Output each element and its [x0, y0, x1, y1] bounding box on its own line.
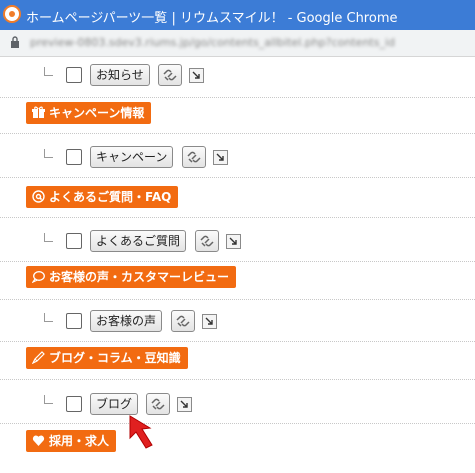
- category-label: ブログ・コラム・豆知識: [49, 351, 181, 365]
- expand-button[interactable]: [177, 397, 192, 412]
- pen-icon: [32, 351, 45, 364]
- category-row: ブログ・コラム・豆知識: [0, 343, 475, 380]
- link-button[interactable]: [171, 310, 195, 332]
- app-icon: [3, 5, 21, 23]
- link-button[interactable]: [146, 393, 170, 415]
- list-item: ブログ: [0, 383, 475, 424]
- parts-list: お知らせ キャンペーン情報 キャンペーン よくあるご質問・FAQ よくあるご質問…: [0, 57, 475, 473]
- lock-icon: [11, 36, 19, 48]
- url-text[interactable]: preview-0803.sdev3.riums.jp/go/contents_…: [30, 36, 395, 49]
- list-item: よくあるご質問: [0, 221, 475, 262]
- category-row: よくあるご質問・FAQ: [0, 181, 475, 218]
- category-row: お客様の声・カスタマーレビュー: [0, 263, 475, 300]
- question-icon: [32, 190, 45, 203]
- category-label: お客様の声・カスタマーレビュー: [49, 270, 230, 284]
- item-checkbox[interactable]: [66, 149, 82, 165]
- category-header[interactable]: 採用・求人: [26, 430, 117, 452]
- category-label: キャンペーン情報: [49, 106, 145, 120]
- arrow-down-right-icon: [192, 71, 200, 79]
- category-header[interactable]: キャンペーン情報: [26, 102, 152, 124]
- arrow-down-right-icon: [180, 400, 188, 408]
- link-icon: [163, 69, 177, 81]
- tree-branch-icon: [44, 149, 53, 158]
- item-checkbox[interactable]: [66, 67, 82, 83]
- list-item: キャンペーン: [0, 137, 475, 178]
- link-icon: [187, 151, 201, 163]
- link-icon: [200, 235, 214, 247]
- link-button[interactable]: [195, 230, 219, 252]
- heart-icon: [32, 435, 45, 446]
- arrow-down-right-icon: [216, 153, 224, 161]
- link-icon: [176, 315, 190, 327]
- item-checkbox[interactable]: [66, 396, 82, 412]
- gift-icon: [32, 106, 45, 118]
- item-button[interactable]: よくあるご質問: [90, 230, 187, 252]
- speech-bubble-icon: [32, 271, 45, 283]
- arrow-down-right-icon: [205, 317, 213, 325]
- tree-branch-icon: [44, 313, 53, 322]
- arrow-down-right-icon: [229, 237, 237, 245]
- item-checkbox[interactable]: [66, 313, 82, 329]
- tree-branch-icon: [44, 233, 53, 242]
- item-button[interactable]: キャンペーン: [90, 146, 174, 168]
- item-button[interactable]: お客様の声: [90, 310, 163, 332]
- category-row: 採用・求人: [0, 425, 475, 461]
- category-label: よくあるご質問・FAQ: [49, 190, 172, 204]
- link-button[interactable]: [182, 146, 206, 168]
- expand-button[interactable]: [202, 314, 217, 329]
- item-button[interactable]: ブログ: [90, 393, 139, 415]
- category-header[interactable]: お客様の声・カスタマーレビュー: [26, 266, 237, 288]
- expand-button[interactable]: [213, 150, 228, 165]
- pointer-arrow-icon: [129, 415, 153, 449]
- link-button[interactable]: [158, 64, 182, 86]
- window-title: ホームページパーツ一覧 | リウムスマイル！ - Google Chrome: [26, 11, 398, 26]
- expand-button[interactable]: [189, 68, 204, 83]
- category-label: 採用・求人: [49, 434, 110, 448]
- item-checkbox[interactable]: [66, 233, 82, 249]
- link-icon: [151, 398, 165, 410]
- window-title-bar: ホームページパーツ一覧 | リウムスマイル！ - Google Chrome: [0, 0, 475, 30]
- tree-branch-icon: [44, 67, 53, 76]
- category-header[interactable]: よくあるご質問・FAQ: [26, 186, 179, 208]
- list-item: お客様の声: [0, 301, 475, 342]
- item-button[interactable]: お知らせ: [90, 64, 150, 86]
- expand-button[interactable]: [226, 234, 241, 249]
- tree-branch-icon: [44, 395, 53, 404]
- list-item: お知らせ: [0, 57, 475, 98]
- address-bar[interactable]: preview-0803.sdev3.riums.jp/go/contents_…: [0, 30, 475, 57]
- category-header[interactable]: ブログ・コラム・豆知識: [26, 347, 188, 369]
- category-row: キャンペーン情報: [0, 97, 475, 134]
